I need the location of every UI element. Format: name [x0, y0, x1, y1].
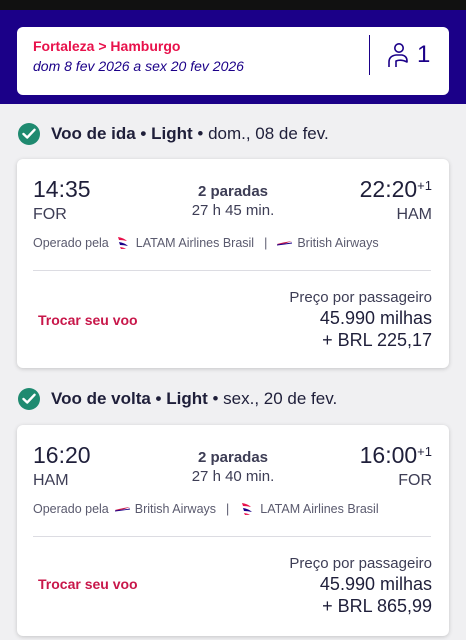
section-label: Voo de ida: [51, 124, 136, 143]
check-circle-icon: [18, 388, 40, 410]
price-brl: + BRL 225,17: [322, 330, 432, 350]
price-block: Preço por passageiro 45.990 milhas + BRL…: [289, 289, 432, 351]
airline-name: LATAM Airlines Brasil: [135, 236, 255, 250]
airline-name: British Airways: [134, 502, 217, 516]
section-date: dom., 08 de fev.: [208, 124, 329, 143]
separator: |: [226, 502, 230, 516]
price-label: Preço por passageiro: [289, 289, 432, 306]
inbound-flight-card[interactable]: 16:20 16:00+1 HAM FOR 2 paradas 27 h 40 …: [17, 425, 449, 636]
operated-label: Operado pela: [33, 236, 109, 250]
stops-text: 2 paradas: [197, 183, 269, 200]
divider: [33, 270, 431, 271]
price-block: Preço por passageiro 45.990 milhas + BRL…: [289, 555, 432, 617]
latam-logo-icon: [242, 503, 253, 515]
duration-text: 27 h 45 min.: [191, 202, 275, 219]
passenger-count: 1: [417, 41, 431, 68]
status-bar: [0, 0, 466, 10]
fare-label: Light: [151, 124, 193, 143]
latam-logo-icon: [117, 237, 128, 249]
outbound-flight-card[interactable]: 14:35 22:20+1 FOR HAM 2 paradas 27 h 45 …: [17, 159, 449, 368]
fare-label: Light: [166, 389, 208, 408]
british-airways-logo-icon: [277, 241, 293, 246]
operated-label: Operado pela: [33, 502, 109, 516]
british-airways-logo-icon: [114, 507, 130, 512]
airline-name: British Airways: [297, 236, 379, 250]
section-date: sex., 20 de fev.: [223, 389, 338, 408]
price-label: Preço por passageiro: [289, 555, 432, 572]
operated-by: Operado pela LATAM Airlines Brasil | Bri…: [33, 235, 379, 251]
check-circle-icon: [18, 123, 40, 145]
duration-text: 27 h 40 min.: [191, 468, 275, 485]
inbound-section-header: Voo de volta • Light • sex., 20 de fev.: [18, 386, 337, 412]
change-flight-link[interactable]: Trocar seu voo: [38, 312, 138, 328]
separator: |: [264, 236, 268, 250]
price-miles: 45.990 milhas: [319, 574, 432, 594]
divider: [33, 536, 431, 537]
section-label: Voo de volta: [51, 389, 151, 408]
price-miles: 45.990 milhas: [319, 308, 432, 328]
dates-text: dom 8 fev 2026 a sex 20 fev 2026: [33, 58, 244, 74]
price-brl: + BRL 865,99: [322, 596, 432, 616]
search-summary-card[interactable]: Fortaleza > Hamburgo dom 8 fev 2026 a se…: [17, 27, 449, 95]
person-icon: [388, 43, 408, 67]
operated-by: Operado pela British Airways | LATAM Air…: [33, 501, 379, 517]
outbound-section-header: Voo de ida • Light • dom., 08 de fev.: [18, 121, 329, 147]
route-text: Fortaleza > Hamburgo: [33, 38, 181, 54]
header-bar: Fortaleza > Hamburgo dom 8 fev 2026 a se…: [0, 10, 466, 104]
stops-text: 2 paradas: [197, 449, 269, 466]
change-flight-link[interactable]: Trocar seu voo: [38, 576, 138, 592]
airline-name: LATAM Airlines Brasil: [260, 502, 379, 516]
divider: [369, 35, 370, 75]
